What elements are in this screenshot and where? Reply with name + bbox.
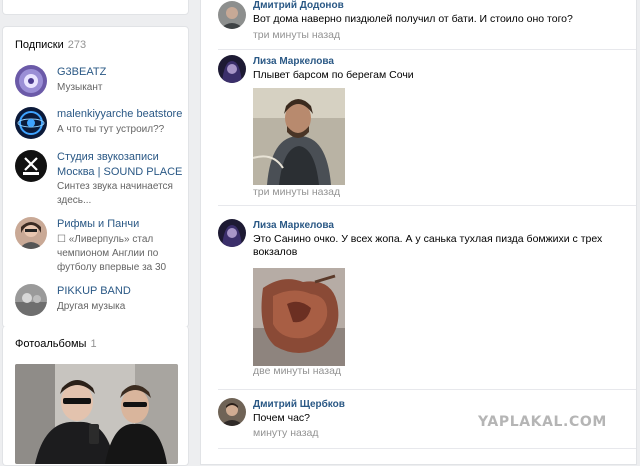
subscription-desc: ☐ «Ливерпуль» стал чемпионом Англии по ф… [57,234,167,273]
subscription-item[interactable]: PIKKUP BAND Другая музыка [15,284,185,324]
author-avatar[interactable] [218,1,246,29]
comment-divider [218,49,636,50]
subscription-name[interactable]: Рифмы и Панчи [57,217,185,232]
subscription-desc: Другая музыка [57,301,126,312]
comment-time[interactable]: две минуты назад [253,365,341,378]
subscriptions-title: Подписки [15,39,64,51]
author-avatar[interactable] [218,219,246,247]
comment-text: Плывет барсом по берегам Сочи [253,69,414,81]
subscription-item[interactable]: malenkiyyarche beatstore А что ты тут ус… [15,107,185,147]
albums-count: 1 [90,338,97,350]
comment-time[interactable]: три минуты назад [253,29,340,42]
comments-feed: Дмитрий Додонов Вот дома наверно пиздюле… [200,0,637,465]
pikkup-band-avatar[interactable] [15,284,47,316]
subscription-desc: А что ты тут устроил?? [57,124,165,135]
comment-divider [218,389,636,390]
comment-time[interactable]: минуту назад [253,427,319,440]
subscriptions-block: Подписки 273 G3BEATZ Музыкант malenkiyyar… [2,26,189,328]
comment-author[interactable]: Дмитрий Щербков [253,398,345,411]
comment-text: Вот дома наверно пиздюлей получил от бат… [253,13,573,25]
rifmy-avatar[interactable] [15,217,47,249]
album-cover-photo[interactable] [15,364,178,464]
subscription-item[interactable]: Студия звукозаписи Москва | SOUND PLACE … [15,150,185,208]
profile-card-top [2,0,189,15]
comment-item: Дмитрий Додонов Вот дома наверно пиздюле… [218,0,628,46]
comment-time[interactable]: три минуты назад [253,186,340,199]
comment-text: Это Санино очко. У всех жопа. А у санька… [253,233,603,258]
albums-header[interactable]: Фотоальбомы 1 [15,338,97,350]
subscription-name[interactable]: G3BEATZ [57,65,185,80]
sound-place-avatar[interactable] [15,150,47,182]
subscriptions-header[interactable]: Подписки 273 [15,39,86,51]
subscriptions-count: 273 [67,39,87,51]
g3beatz-avatar[interactable] [15,65,47,97]
comment-item: Лиза Маркелова Плывет барсом по берегам … [218,55,628,201]
subscription-name[interactable]: Студия звукозаписи Москва | SOUND PLACE [57,150,185,180]
subscription-name[interactable]: PIKKUP BAND [57,284,185,299]
subscription-desc: Синтез звука начинается здесь... [57,181,173,206]
author-avatar[interactable] [218,398,246,426]
subscription-desc: Музыкант [57,82,103,93]
albums-block: Фотоальбомы 1 [2,326,189,466]
comment-divider [218,448,636,449]
comment-divider [218,205,636,206]
comment-attachment-photo[interactable] [253,268,345,366]
comment-author[interactable]: Лиза Маркелова [253,219,334,232]
beatstore-avatar[interactable] [15,107,47,139]
watermark-logo: YAPLAKAL.COM [478,414,607,430]
author-avatar[interactable] [218,55,246,83]
subscription-item[interactable]: Рифмы и Панчи ☐ «Ливерпуль» стал чемпион… [15,217,185,275]
subscription-item[interactable]: G3BEATZ Музыкант [15,65,185,105]
comment-author[interactable]: Дмитрий Додонов [253,0,344,12]
comment-item: Лиза Маркелова Это Санино очко. У всех ж… [218,219,628,379]
comment-attachment-photo[interactable] [253,88,345,185]
albums-title: Фотоальбомы [15,338,87,350]
subscription-name[interactable]: malenkiyyarche beatstore [57,107,185,122]
comment-author[interactable]: Лиза Маркелова [253,55,334,68]
